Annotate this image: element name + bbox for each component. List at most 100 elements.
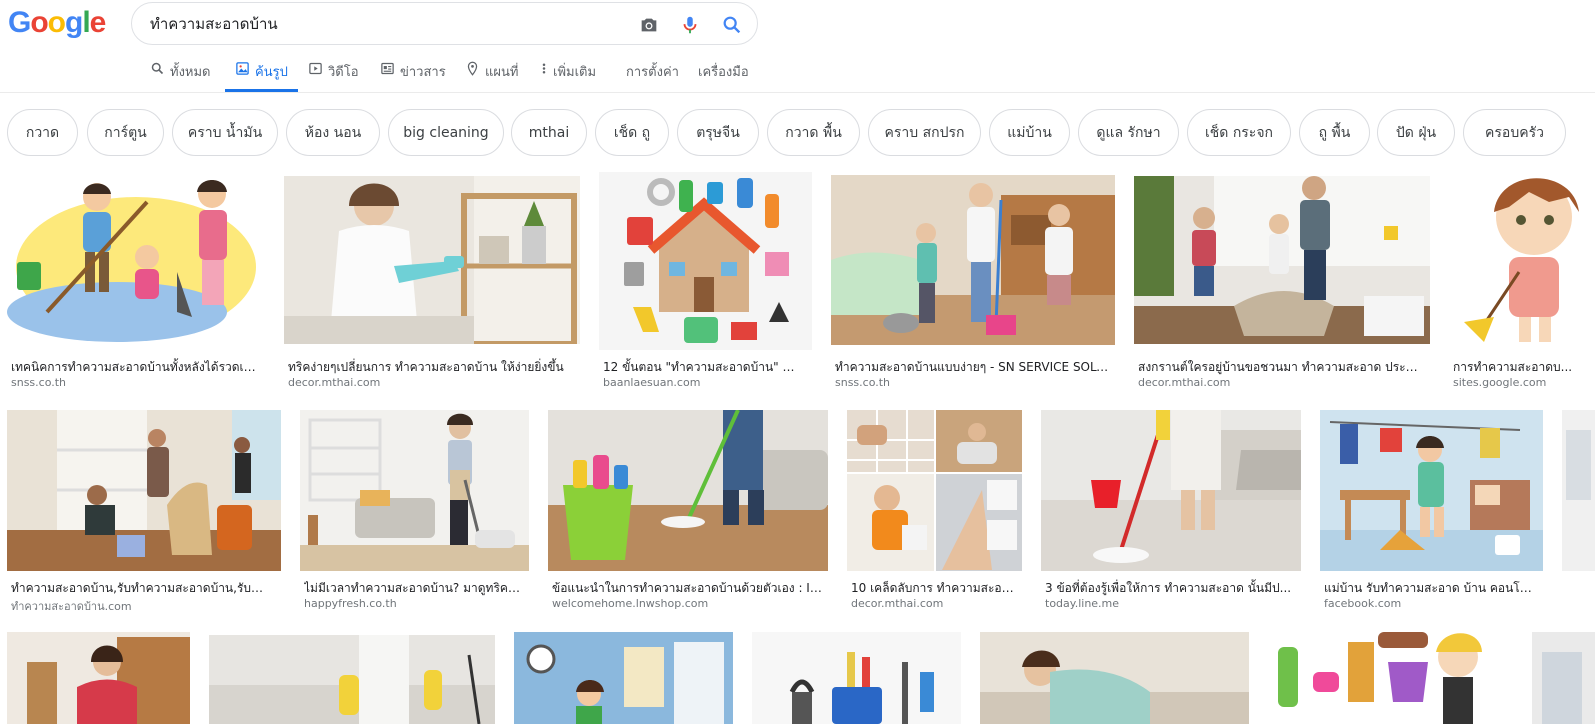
image-result[interactable]: ทริคง่ายๆเปลี่ยนการ ทำความสะอาดบ้าน ให้ง… — [284, 176, 580, 392]
result-thumbnail — [7, 172, 265, 350]
chip[interactable]: big cleaning — [388, 109, 504, 156]
result-thumbnail — [284, 176, 580, 344]
result-thumbnail — [1041, 410, 1301, 571]
chip[interactable]: กวาด — [7, 109, 78, 156]
tab-all[interactable]: ทั้งหมด — [150, 56, 211, 92]
chip[interactable]: ตรุษจีน — [677, 109, 759, 156]
tab-tools[interactable]: เครื่องมือ — [698, 56, 749, 92]
logo-letter: G — [8, 6, 31, 39]
search-icon — [151, 62, 164, 75]
result-title: เทคนิคการทำความสะอาดบ้านทั้งหลังได้รวดเร… — [11, 360, 261, 374]
image-result[interactable]: ทำความสะอาดบ้าน,รับทำความสะอาดบ้าน,รับทำ… — [7, 410, 281, 615]
tab-more[interactable]: เพิ่มเติม — [540, 56, 596, 92]
result-source: happyfresh.co.th — [304, 597, 397, 610]
tab-label: วิดีโอ — [328, 65, 359, 80]
result-thumbnail — [209, 635, 495, 724]
tab-label: เพิ่มเติม — [553, 65, 597, 80]
chip[interactable]: แม่บ้าน — [989, 109, 1070, 156]
chip[interactable]: คราบ น้ำมัน — [172, 109, 278, 156]
image-result[interactable] — [752, 632, 961, 724]
chip[interactable]: ปัด ฝุ่น — [1377, 109, 1455, 156]
result-thumbnail — [1562, 410, 1595, 571]
tab-news[interactable]: ข่าวสาร — [380, 56, 446, 92]
search-icon[interactable] — [721, 14, 743, 36]
tab-maps[interactable]: แผนที่ — [465, 56, 518, 92]
result-thumbnail — [7, 410, 281, 571]
tab-images[interactable]: ค้นรูป — [225, 56, 298, 92]
result-source: decor.mthai.com — [288, 376, 381, 389]
result-thumbnail — [514, 632, 733, 724]
image-result[interactable]: เทคนิคการทำความสะอาดบ้านทั้งหลังได้รวดเร… — [7, 172, 265, 392]
result-title: 10 เคล็ดลับการ ทำความสะอาด... — [851, 581, 1018, 595]
more-vert-icon — [542, 63, 546, 74]
chip[interactable]: ถู พื้น — [1299, 109, 1370, 156]
tab-label: ทั้งหมด — [170, 65, 211, 80]
image-result[interactable]: ทำความสะอาดบ้านแบบง่ายๆ - SN SERVICE SOL… — [831, 175, 1115, 392]
result-title: 3 ข้อที่ต้องรู้เพื่อให้การ ทำความสะอาด น… — [1045, 581, 1292, 595]
chip[interactable]: mthai — [511, 109, 587, 156]
result-title: ทำความสะอาดบ้าน,รับทำความสะอาดบ้าน,รับทำ… — [11, 581, 277, 595]
tab-label: ข่าวสาร — [400, 65, 446, 80]
result-source: decor.mthai.com — [851, 597, 944, 610]
search-input[interactable] — [150, 13, 620, 35]
logo-letter: g — [65, 6, 83, 39]
search-box[interactable] — [131, 2, 758, 45]
chip[interactable]: ครอบครัว — [1463, 109, 1566, 156]
result-title: ทำความสะอาดบ้านแบบง่ายๆ - SN SERVICE SOL… — [835, 360, 1111, 374]
result-thumbnail — [831, 175, 1115, 345]
image-result[interactable]: แม่บ้าน รับทำความสะอาด บ้าน คอนโด ข้ว...… — [1320, 410, 1543, 615]
result-thumbnail — [548, 410, 828, 571]
news-icon — [381, 62, 394, 75]
google-logo[interactable]: Google — [8, 6, 107, 40]
result-thumbnail — [1134, 176, 1430, 344]
image-result[interactable]: 10 เคล็ดลับการ ทำความสะอาด... decor.mtha… — [847, 410, 1022, 615]
result-title: ข้อแนะนำในการทำความสะอาดบ้านด้วยตัวเอง :… — [552, 581, 824, 595]
image-result[interactable]: ข้อแนะนำในการทำความสะอาดบ้านด้วยตัวเอง :… — [548, 410, 828, 615]
result-source: welcomehome.lnwshop.com — [552, 597, 709, 610]
result-thumbnail — [599, 172, 812, 350]
result-source: snss.co.th — [11, 376, 67, 389]
result-title: สงกรานต์ใครอยู่บ้านขอชวนมา ทำความสะอาด ป… — [1138, 360, 1426, 374]
result-thumbnail — [980, 632, 1249, 724]
image-result[interactable] — [209, 635, 495, 724]
logo-letter: o — [30, 6, 48, 39]
chip[interactable]: ดูแล รักษา — [1078, 109, 1179, 156]
chip[interactable]: คราบ สกปรก — [868, 109, 981, 156]
image-icon — [236, 62, 249, 75]
chip[interactable]: การ์ตูน — [87, 109, 164, 156]
result-thumbnail — [1449, 172, 1595, 350]
tab-label: เครื่องมือ — [698, 65, 749, 80]
tab-label: การตั้งค่า — [626, 65, 679, 80]
chip[interactable]: กวาด พื้น — [767, 109, 860, 156]
camera-icon[interactable] — [638, 14, 660, 36]
result-title: แม่บ้าน รับทำความสะอาด บ้าน คอนโด ข้ว... — [1324, 581, 1539, 595]
result-source: baanlaesuan.com — [603, 376, 701, 389]
map-pin-icon — [467, 61, 478, 76]
result-title: ทริคง่ายๆเปลี่ยนการ ทำความสะอาดบ้าน ให้ง… — [288, 360, 564, 374]
image-result[interactable] — [1268, 632, 1504, 724]
image-result[interactable] — [1562, 410, 1595, 571]
chip[interactable]: เช็ด ถู — [595, 109, 669, 156]
image-result[interactable]: 3 ข้อที่ต้องรู้เพื่อให้การ ทำความสะอาด น… — [1041, 410, 1301, 615]
result-thumbnail — [752, 632, 961, 724]
result-title: ไม่มีเวลาทำความสะอาดบ้าน? มาดูทริคทำค... — [304, 581, 525, 595]
image-result[interactable] — [514, 632, 733, 724]
chip[interactable]: เช็ด กระจก — [1187, 109, 1291, 156]
tab-settings[interactable]: การตั้งค่า — [626, 56, 679, 92]
video-icon — [309, 62, 322, 75]
result-thumbnail — [7, 632, 190, 724]
result-source: decor.mthai.com — [1138, 376, 1231, 389]
image-result[interactable] — [980, 632, 1249, 724]
tab-label: ค้นรูป — [255, 65, 288, 80]
tab-videos[interactable]: วิดีโอ — [308, 56, 359, 92]
image-result[interactable]: การทำความสะอาดบ... sites.google.com — [1449, 172, 1595, 392]
mic-icon[interactable] — [679, 14, 701, 36]
image-result[interactable]: สงกรานต์ใครอยู่บ้านขอชวนมา ทำความสะอาด ป… — [1134, 176, 1430, 392]
logo-letter: e — [89, 6, 107, 39]
image-result[interactable]: ไม่มีเวลาทำความสะอาดบ้าน? มาดูทริคทำค...… — [300, 410, 529, 615]
image-result[interactable]: 12 ขั้นตอน "ทำความสะอาดบ้าน" ทำง่าย... b… — [599, 172, 812, 392]
image-result[interactable] — [1532, 632, 1595, 724]
result-source: ทำความสะอาดบ้าน.com — [11, 600, 132, 613]
image-result[interactable] — [7, 632, 190, 724]
chip[interactable]: ห้อง นอน — [286, 109, 380, 156]
